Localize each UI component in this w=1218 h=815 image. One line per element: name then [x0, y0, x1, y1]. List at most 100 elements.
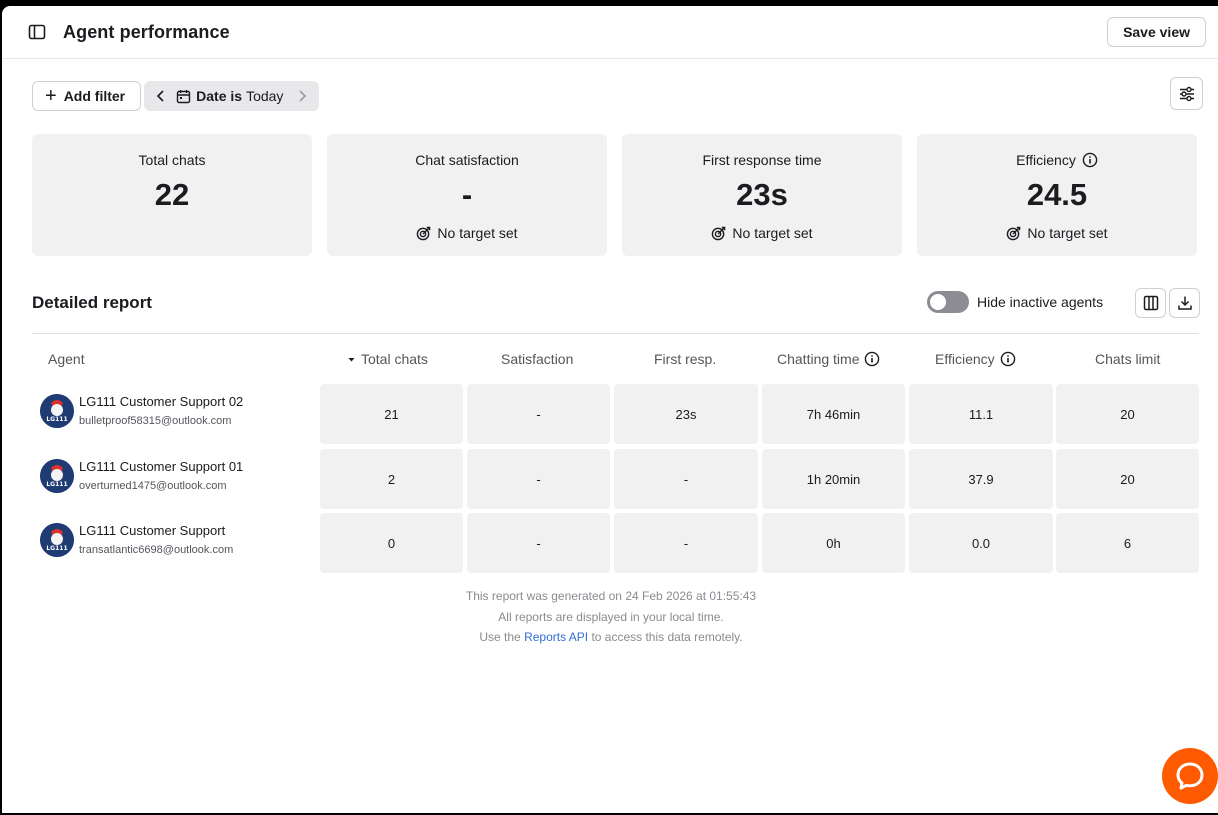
cell-total-chats: 0: [320, 513, 463, 573]
info-icon[interactable]: [1000, 351, 1016, 367]
metric-label: Total chats: [138, 152, 206, 168]
agent-email: transatlantic6698@outlook.com: [79, 544, 234, 556]
table-row[interactable]: LG111 LG111 Customer Support 01 overturn…: [32, 449, 1199, 509]
metric-target[interactable]: No target set: [711, 225, 813, 241]
table-row[interactable]: LG111 LG111 Customer Support 02 bulletpr…: [32, 384, 1199, 444]
metric-card-total-chats: Total chats 22: [32, 134, 312, 256]
cell-satisfaction: -: [467, 513, 610, 573]
app-window: Agent performance Save view + Add filter…: [2, 6, 1218, 813]
chat-bubble-icon: [1175, 761, 1205, 791]
agent-name: LG111 Customer Support: [79, 523, 226, 538]
metric-card-first-response-time: First response time 23s No target set: [622, 134, 902, 256]
column-header-chatting-time[interactable]: Chatting time: [777, 351, 880, 367]
info-icon[interactable]: [1082, 152, 1098, 168]
agent-email: overturned1475@outlook.com: [79, 480, 227, 492]
metric-value: 24.5: [1026, 177, 1088, 212]
svg-text:LG111: LG111: [46, 481, 67, 488]
agent-name: LG111 Customer Support 02: [79, 394, 244, 409]
hide-inactive-toggle[interactable]: [927, 291, 969, 313]
cell-total-chats: 2: [320, 449, 463, 509]
agent-cell: LG111 LG111 Customer Support 01 overturn…: [40, 459, 243, 493]
plus-icon: +: [45, 85, 57, 107]
cell-chats-limit: 20: [1056, 449, 1199, 509]
download-button[interactable]: [1169, 288, 1200, 318]
column-header-total-chats[interactable]: Total chats: [347, 351, 428, 367]
column-header-agent[interactable]: Agent: [48, 351, 85, 367]
download-icon: [1177, 295, 1193, 311]
column-label: Chatting time: [777, 351, 860, 367]
columns-button[interactable]: [1135, 288, 1166, 318]
svg-text:LG111: LG111: [46, 545, 67, 552]
api-note-prefix: Use the: [479, 630, 521, 644]
target-icon: [1006, 226, 1021, 241]
cell-total-chats: 21: [320, 384, 463, 444]
chat-widget-button[interactable]: [1162, 748, 1218, 804]
column-header-first-resp[interactable]: First resp.: [654, 351, 716, 367]
table-row[interactable]: LG111 LG111 Customer Support transatlant…: [32, 513, 1199, 573]
cell-satisfaction: -: [467, 449, 610, 509]
date-filter-chip[interactable]: Date is Today: [144, 81, 320, 111]
reports-api-link[interactable]: Reports API: [524, 630, 588, 644]
top-bar: Agent performance Save view: [2, 6, 1218, 59]
metric-cards: Total chats 22 Chat satisfaction - No ta…: [32, 134, 1197, 256]
add-filter-label: Add filter: [63, 88, 126, 104]
sort-down-icon: [347, 355, 356, 364]
metric-label: Chat satisfaction: [415, 152, 519, 168]
cell-efficiency: 37.9: [909, 449, 1053, 509]
generated-at-text: This report was generated on 24 Feb 2026…: [465, 589, 757, 603]
cell-first-resp: -: [614, 513, 758, 573]
api-note-suffix: to access this data remotely.: [591, 630, 743, 644]
date-filter-value: Today: [246, 88, 284, 104]
column-header-efficiency[interactable]: Efficiency: [935, 351, 1016, 367]
target-label: No target set: [437, 225, 518, 241]
report-settings-button[interactable]: [1170, 77, 1203, 110]
column-header-chats-limit[interactable]: Chats limit: [1095, 351, 1160, 367]
target-icon: [416, 226, 431, 241]
cell-first-resp: -: [614, 449, 758, 509]
chevron-left-icon[interactable]: [152, 90, 170, 102]
columns-icon: [1143, 295, 1159, 311]
agent-cell: LG111 LG111 Customer Support transatlant…: [40, 523, 233, 557]
metric-target[interactable]: No target set: [1006, 225, 1108, 241]
metric-card-efficiency: Efficiency 24.5 No target set: [917, 134, 1197, 256]
agent-cell: LG111 LG111 Customer Support 02 bulletpr…: [40, 394, 243, 428]
api-note: Use the Reports API to access this data …: [2, 627, 1218, 648]
metric-value: 23s: [736, 177, 788, 212]
agent-email: bulletproof58315@outlook.com: [79, 415, 232, 427]
column-label: Total chats: [361, 351, 428, 367]
save-view-button[interactable]: Save view: [1107, 17, 1206, 47]
avatar: LG111: [40, 523, 74, 557]
cell-chats-limit: 20: [1056, 384, 1199, 444]
cell-chats-limit: 6: [1056, 513, 1199, 573]
date-filter-key: Date is: [196, 88, 243, 104]
cell-chatting-time: 1h 20min: [762, 449, 905, 509]
info-icon[interactable]: [864, 351, 880, 367]
target-label: No target set: [732, 225, 813, 241]
svg-text:LG111: LG111: [46, 416, 67, 423]
metric-value: 22: [154, 177, 190, 212]
report-footer-note: This report was generated on 24 Feb 2026…: [2, 586, 1218, 648]
page-title: Agent performance: [63, 21, 230, 42]
column-label: Efficiency: [935, 351, 995, 367]
cell-satisfaction: -: [467, 384, 610, 444]
hide-inactive-toggle-wrap: Hide inactive agents: [927, 291, 1103, 313]
target-icon: [711, 226, 726, 241]
local-time-text: All reports are displayed in your local …: [498, 609, 724, 624]
column-label: First resp.: [654, 351, 717, 367]
avatar: LG111: [40, 459, 74, 493]
metric-target[interactable]: No target set: [416, 225, 518, 241]
metric-label: Efficiency: [1016, 152, 1076, 168]
cell-efficiency: 11.1: [909, 384, 1053, 444]
column-header-satisfaction[interactable]: Satisfaction: [501, 351, 573, 367]
cell-chatting-time: 0h: [762, 513, 905, 573]
sidebar-toggle-icon[interactable]: [28, 23, 46, 41]
add-filter-button[interactable]: + Add filter: [32, 81, 142, 111]
target-label: No target set: [1027, 225, 1108, 241]
chevron-right-icon[interactable]: [293, 90, 311, 102]
sliders-icon: [1179, 86, 1195, 102]
metric-label: First response time: [702, 152, 822, 168]
calendar-icon: [176, 89, 191, 104]
metric-card-chat-satisfaction: Chat satisfaction - No target set: [327, 134, 607, 256]
section-divider: [32, 333, 1199, 334]
column-label: Chats limit: [1095, 351, 1161, 367]
